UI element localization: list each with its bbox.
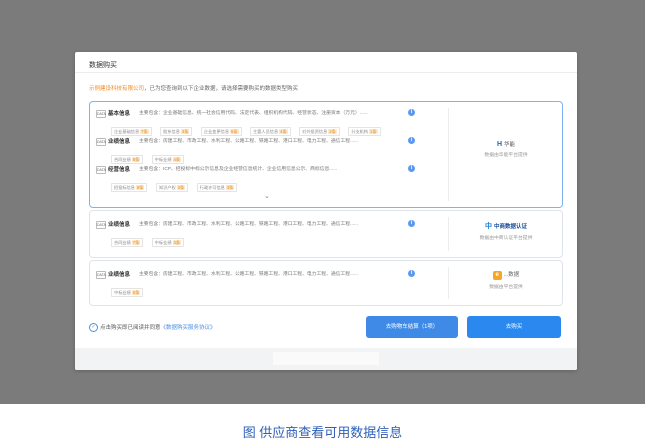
chevron-down-icon[interactable]: ⌄ [264, 192, 270, 200]
card-divider [448, 217, 449, 251]
provider-brand: H 华能 数据由华能平台提供 [450, 140, 562, 158]
info-icon[interactable]: i [408, 220, 415, 227]
data-row-operation[interactable]: DATA 经营信息 主要包含：ICP、招投标中标公示信息及企业经营信息统计、企业… [96, 163, 446, 192]
row-checkbox[interactable]: DATA [96, 166, 106, 174]
provider-subtitle: 数据由平台提供 [489, 285, 523, 290]
row-name: 业绩信息 [108, 139, 131, 145]
title-divider [75, 72, 577, 73]
data-tag: 知识产权 2条 [155, 183, 189, 192]
intro-sentence: ，已为您查询到以下企业数据，请选择需要购买的数据类型购买 [144, 86, 299, 92]
data-tag: 中标业绩 3条 [151, 238, 185, 247]
dialog-title: 数据购买 [89, 62, 117, 69]
provider-brand: e ...数据 数据由平台提供 [450, 270, 562, 290]
info-icon[interactable]: i [408, 137, 415, 144]
provider-card-3[interactable]: DATA 业绩信息 主要包含：房建工程、市政工程、水利工程、公路工程、铁路工程、… [89, 260, 563, 306]
provider-card-2[interactable]: DATA 业绩信息 主要包含：房建工程、市政工程、水利工程、公路工程、铁路工程、… [89, 210, 563, 258]
data-row-performance[interactable]: DATA 业绩信息 主要包含：房建工程、市政工程、水利工程、公路工程、铁路工程、… [96, 268, 446, 297]
row-checkbox[interactable]: DATA [96, 138, 106, 146]
provider-logo: 中 中商数据认证 [485, 223, 527, 230]
data-tag: 行政许可信息 3条 [196, 183, 238, 192]
bottom-placeholder [273, 352, 379, 365]
row-name: 业绩信息 [108, 222, 131, 228]
card-divider [448, 108, 449, 201]
provider-brand: 中 中商数据认证 数据由中商认证平台提供 [450, 221, 562, 241]
row-description: 主要包含：房建工程、市政工程、水利工程、公路工程、铁路工程、港口工程、电力工程、… [139, 139, 359, 144]
row-checkbox[interactable]: DATA [96, 110, 106, 118]
row-description: 主要包含：企业基础信息、统一社会信用代码、法定代表、组织机构代码、经营状态、注册… [139, 111, 368, 116]
data-row-basic[interactable]: DATA 基本信息 主要包含：企业基础信息、统一社会信用代码、法定代表、组织机构… [96, 107, 446, 136]
provider-card-1[interactable]: DATA 基本信息 主要包含：企业基础信息、统一社会信用代码、法定代表、组织机构… [89, 101, 563, 208]
row-name: 业绩信息 [108, 272, 131, 278]
provider-logo-mark: e [492, 271, 502, 280]
add-to-cart-button[interactable]: 去购物车结算（1项） [366, 316, 458, 338]
tag-list: 中标业绩 5条 [111, 281, 147, 299]
data-tag: 合同业绩 7条 [111, 238, 144, 247]
row-description: 主要包含：房建工程、市政工程、水利工程、公路工程、铁路工程、港口工程、电力工程、… [139, 272, 359, 277]
info-icon[interactable]: i [408, 165, 415, 172]
provider-logo-mark: H [496, 141, 503, 148]
provider-subtitle: 数据由中商认证平台提供 [479, 236, 533, 241]
tag-list: 合同业绩 7条 中标业绩 3条 [111, 231, 188, 249]
agreement-link[interactable]: 《数据购买服务协议》 [161, 325, 216, 331]
provider-logo-mark: 中 [485, 223, 493, 230]
data-row-performance[interactable]: DATA 业绩信息 主要包含：房建工程、市政工程、水利工程、公路工程、铁路工程、… [96, 218, 446, 247]
provider-logo: H 华能 [496, 141, 516, 148]
row-checkbox[interactable]: DATA [96, 271, 106, 279]
provider-subtitle: 数据由华能平台提供 [484, 153, 528, 158]
tag-list: 招投标信息 8条 知识产权 2条 行政许可信息 3条 [111, 176, 241, 194]
data-tag: 招投标信息 8条 [111, 183, 148, 192]
row-description: 主要包含：ICP、招投标中标公示信息及企业经营信息统计、企业信用信息公示、商标信… [139, 167, 338, 172]
info-icon[interactable]: i [408, 109, 415, 116]
data-tag: 中标业绩 5条 [111, 288, 144, 297]
dialog-bottom-strip [75, 348, 577, 370]
info-icon[interactable]: i [408, 270, 415, 277]
buy-button[interactable]: 去购买 [467, 316, 561, 338]
data-purchase-dialog: 数据购买 示例建设科技有限公司，已为您查询到以下企业数据，请选择需要购买的数据类… [75, 52, 577, 370]
check-circle-icon[interactable]: ✓ [89, 323, 98, 333]
intro-text: 示例建设科技有限公司，已为您查询到以下企业数据，请选择需要购买的数据类型购买 [89, 84, 298, 92]
data-row-performance[interactable]: DATA 业绩信息 主要包含：房建工程、市政工程、水利工程、公路工程、铁路工程、… [96, 135, 446, 164]
row-name: 基本信息 [108, 111, 131, 117]
agreement-text: 点击购买即已阅读并同意 [100, 325, 161, 331]
row-checkbox[interactable]: DATA [96, 221, 106, 229]
row-name: 经营信息 [108, 167, 131, 173]
card-divider [448, 267, 449, 299]
figure-caption: 图 供应商查看可用数据信息 [242, 425, 403, 440]
row-description: 主要包含：房建工程、市政工程、水利工程、公路工程、铁路工程、港口工程、电力工程、… [139, 222, 359, 227]
agreement-checkbox[interactable]: ✓ 点击购买即已阅读并同意《数据购买服务协议》 [89, 323, 216, 333]
company-name: 示例建设科技有限公司 [89, 86, 145, 92]
provider-logo: e ...数据 [450, 270, 562, 280]
